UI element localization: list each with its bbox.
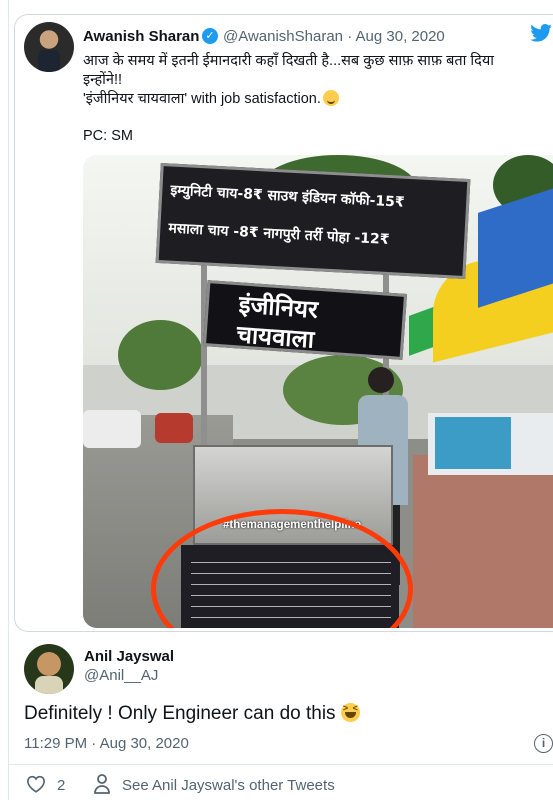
author-avatar[interactable]	[24, 644, 74, 694]
photo-footpath	[413, 455, 553, 628]
quoted-text-line: 'इंजीनियर चायवाला' with job satisfaction…	[83, 90, 543, 109]
photo-menu-line-1: इम्युनिटी चाय-8₹ साउथ इंडियन कॉफी-15₹	[169, 182, 405, 211]
like-count[interactable]: 2	[57, 777, 65, 794]
smiling-face-icon	[322, 90, 339, 106]
see-other-tweets-link[interactable]: See Anil Jayswal's other Tweets	[122, 777, 335, 794]
photo-man-head	[368, 367, 394, 393]
verified-badge-icon: ✓	[202, 28, 218, 44]
photo-sign-line-2: चायवाला	[235, 320, 316, 354]
quoted-author-name[interactable]: Awanish Sharan	[83, 28, 199, 45]
photo-tree	[118, 320, 203, 390]
info-icon[interactable]: i	[534, 734, 553, 753]
divider	[8, 764, 553, 765]
tweet-timestamp[interactable]: 11:29 PM · Aug 30, 2020	[24, 735, 189, 752]
quoted-tweet-text: आज के समय में इतनी ईमानदारी कहाँ दिखती ह…	[83, 52, 543, 109]
tweet-text-body: Definitely ! Only Engineer can do this	[24, 703, 336, 724]
author-handle[interactable]: @Anil__AJ	[84, 667, 158, 684]
photo-car	[83, 410, 141, 448]
tweet-photo[interactable]: इम्युनिटी चाय-8₹ साउथ इंडियन कॉफी-15₹ मस…	[83, 155, 553, 628]
quoted-author-handle-date[interactable]: @AwanishSharan · Aug 30, 2020	[223, 28, 445, 45]
heart-icon[interactable]	[26, 775, 46, 793]
photo-credit: PC: SM	[83, 128, 133, 144]
photo-menu-board: इम्युनिटी चाय-8₹ साउथ इंडियन कॉफी-15₹ मस…	[155, 162, 471, 280]
quoted-author-avatar[interactable]	[24, 22, 74, 72]
photo-cart-sign: इंजीनियर चायवाला	[202, 280, 408, 360]
photo-menu-line-2: मसाला चाय -8₹ नागपुरी तर्री पोहा -12₹	[167, 220, 390, 249]
person-icon[interactable]	[93, 774, 111, 794]
photo-car	[155, 413, 193, 443]
photo-wall-art	[435, 417, 511, 469]
grinning-squinting-face-icon	[340, 703, 360, 722]
twitter-bird-icon[interactable]	[530, 24, 552, 42]
quoted-text-line-3: 'इंजीनियर चायवाला' with job satisfaction…	[83, 91, 321, 107]
author-name[interactable]: Anil Jayswal	[84, 648, 174, 665]
quoted-text-line: इन्होंने!!	[83, 72, 123, 88]
quoted-text-line: आज के समय में इतनी ईमानदारी कहाँ दिखती ह…	[83, 53, 495, 69]
tweet-text: Definitely ! Only Engineer can do this	[24, 703, 360, 725]
